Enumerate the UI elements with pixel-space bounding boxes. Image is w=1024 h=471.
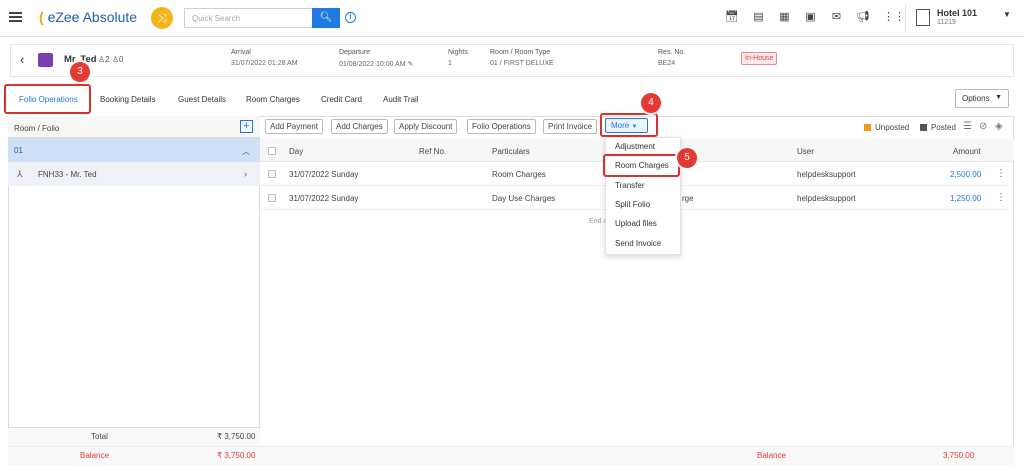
col-amount: Amount (953, 147, 981, 156)
row-menu-icon[interactable]: ⋮ (996, 192, 1006, 203)
back-arrow-icon[interactable]: ‹ (20, 52, 24, 67)
divider (905, 5, 906, 32)
tab-audit-trail[interactable]: Audit Trail (383, 95, 419, 104)
menu-item-upload-files[interactable]: Upload files (615, 219, 657, 228)
app-logo[interactable]: ( eZee Absolute (39, 9, 137, 25)
balance-label: Balance (80, 451, 109, 460)
status-badge: In-House (741, 52, 778, 65)
step-4-marker: 4 (641, 93, 661, 113)
room-row[interactable] (8, 138, 260, 162)
apply-discount-button[interactable]: Apply Discount (394, 119, 458, 134)
list-view-icon[interactable]: ☰ (963, 121, 972, 132)
footer-balance-value: 3,750.00 (943, 451, 975, 460)
row-particulars-extra: rge (682, 194, 694, 203)
calendar-icon[interactable]: ▦ (778, 11, 791, 24)
row-checkbox[interactable] (268, 194, 276, 202)
highlight-more-button (600, 113, 658, 137)
menu-item-transfer[interactable]: Transfer (615, 181, 645, 190)
footer-balance-label: Balance (757, 451, 786, 460)
row-user: helpdesksupport (797, 170, 856, 179)
room-label: Room / Room Type (490, 49, 551, 56)
adults-count: 2 (105, 55, 110, 64)
unposted-swatch (864, 124, 871, 131)
row-day: 31/07/2022 Sunday (289, 170, 359, 179)
guest-room-icon (38, 53, 53, 67)
add-folio-icon[interactable]: + (240, 120, 253, 133)
tab-guest-details[interactable]: Guest Details (178, 95, 226, 104)
mail-icon[interactable]: ✉ (830, 11, 843, 24)
nights-label: Nights (448, 49, 468, 56)
chevron-up-icon[interactable]: ︿ (242, 146, 250, 157)
balance-value: ₹ 3,750.00 (217, 451, 256, 460)
resno-value: BE24 (658, 60, 676, 67)
hotel-building-icon (916, 9, 930, 26)
document-icon[interactable]: ▣ (804, 11, 817, 24)
step-5-marker: 5 (677, 148, 697, 168)
total-label: Total (91, 432, 108, 441)
menu-item-adjustment[interactable]: Adjustment (615, 142, 655, 151)
highlight-folio-tab (4, 84, 91, 114)
posted-swatch (920, 124, 927, 131)
unposted-label: Unposted (875, 123, 910, 132)
nights-value: 1 (448, 60, 452, 67)
shuffle-icon[interactable]: ⤨ (151, 7, 173, 29)
layers-icon[interactable]: ◈ (995, 121, 1003, 132)
col-user: User (797, 147, 814, 156)
info-icon[interactable]: i (345, 12, 356, 23)
search-button[interactable]: 🔍︎ (312, 8, 340, 28)
folio-name: FNH33 - Mr. Ted (38, 170, 97, 179)
row-menu-icon[interactable]: ⋮ (996, 168, 1006, 179)
step-3-marker: 3 (70, 62, 90, 82)
add-charges-button[interactable]: Add Charges (331, 119, 388, 134)
caret-down-icon[interactable]: ▼ (1003, 10, 1011, 19)
apps-grid-icon[interactable]: ⋮⋮ (883, 11, 905, 24)
row-particulars: Day Use Charges (492, 194, 556, 203)
children-count: 0 (119, 55, 124, 64)
col-particulars: Particulars (492, 147, 530, 156)
room-folio-title: Room / Folio (14, 124, 60, 133)
arrival-value: 31/07/2022 01:28 AM (231, 60, 298, 67)
menu-icon[interactable] (9, 12, 22, 22)
row-user: helpdesksupport (797, 194, 856, 203)
menu-item-send-invoice[interactable]: Send Invoice (615, 239, 661, 248)
row-amount[interactable]: 1,250.00 (950, 194, 981, 203)
folio-operations-button[interactable]: Folio Operations (467, 119, 536, 134)
balance-footer (260, 446, 1014, 465)
departure-label: Departure (339, 49, 371, 56)
highlight-room-charges (603, 154, 680, 177)
hotel-name[interactable]: Hotel 101 (937, 8, 977, 18)
arrival-label: Arrival (231, 49, 251, 56)
announcement-icon[interactable]: 📢︎ (856, 11, 870, 24)
posted-label: Posted (931, 123, 956, 132)
room-number: 01 (14, 146, 23, 155)
col-day: Day (289, 147, 304, 156)
departure-value: 01/08/2022 10:00 AM ✎ (339, 61, 414, 68)
row-day: 31/07/2022 Sunday (289, 194, 359, 203)
hotel-code: 11219 (937, 19, 956, 26)
row-particulars: Room Charges (492, 170, 546, 179)
guest-pax: ♙2 ♙0 (98, 55, 124, 64)
options-dropdown[interactable]: Options ▼ (955, 89, 1009, 108)
tab-room-charges[interactable]: Room Charges (246, 95, 300, 104)
tab-booking-details[interactable]: Booking Details (100, 95, 156, 104)
calendar-add-icon[interactable]: 📅︎ (725, 11, 739, 24)
chevron-right-icon[interactable]: › (244, 169, 247, 179)
folio-tree-icon: ⅄ (17, 169, 23, 179)
room-value: 01 / FIRST DELUXE (490, 60, 554, 67)
row-amount[interactable]: 2,500.00 (950, 170, 981, 179)
search-input[interactable] (184, 8, 312, 28)
add-payment-button[interactable]: Add Payment (265, 119, 324, 134)
col-ref: Ref No. (419, 147, 447, 156)
tab-credit-card[interactable]: Credit Card (321, 95, 362, 104)
menu-item-split-folio[interactable]: Split Folio (615, 200, 650, 209)
tape-chart-icon[interactable]: ▤ (752, 11, 765, 24)
print-invoice-button[interactable]: Print Invoice (543, 119, 598, 134)
hide-icon[interactable]: ⊘ (979, 121, 987, 132)
total-value: ₹ 3,750.00 (217, 432, 256, 441)
row-checkbox[interactable] (268, 170, 276, 178)
resno-label: Res. No. (658, 49, 686, 56)
select-all-checkbox[interactable] (268, 147, 276, 155)
